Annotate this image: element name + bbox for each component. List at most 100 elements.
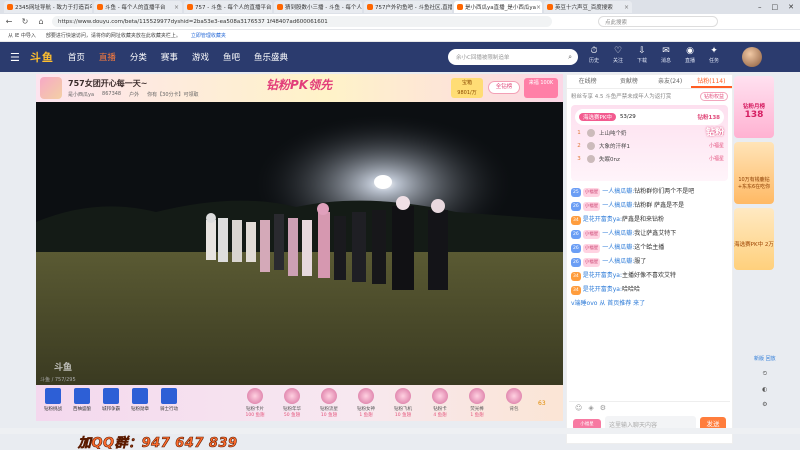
nav-item[interactable]: 赛事 (161, 51, 178, 63)
follow-hint[interactable]: 你有【30分卡】可领取 (147, 91, 198, 98)
home-icon[interactable]: ⌂ (36, 17, 46, 26)
emoji-icon[interactable]: ☺ (575, 404, 582, 412)
activity-entry[interactable]: 西柚盛酿 (69, 388, 95, 418)
diamond-monthly-rank-banner[interactable]: 钻粉月榜 138 (734, 76, 774, 138)
browser-tab[interactable]: 757 - 斗鱼 - 每个人的直播平台× (184, 1, 272, 13)
chat-tab[interactable]: 亲友(24) (650, 75, 691, 88)
chat-message[interactable]: 26 小福星 一人搞瓜瓣:这个蛤主播 (567, 241, 732, 255)
anchor-avatar[interactable] (40, 77, 62, 99)
browser-tab[interactable]: 2345网址导航 - 致力于打造百年× (4, 1, 92, 13)
nav-item[interactable]: 分类 (130, 51, 147, 63)
close-icon[interactable]: ✕ (788, 3, 794, 11)
browser-tab[interactable]: 英豆十六声豆_百度搜索 × (544, 1, 632, 13)
minimize-icon[interactable]: – (758, 3, 762, 11)
back-icon[interactable]: ← (4, 17, 14, 26)
new-replay-button[interactable]: 新版 回放 (754, 356, 776, 362)
header-search-input[interactable]: 余小C回播被限制追单 ⌕ (448, 49, 578, 65)
history-icon[interactable]: ⏲ (762, 370, 767, 378)
sound-icon[interactable]: ◐ (762, 386, 767, 393)
url-field[interactable]: https://www.douyu.com/beta/115529977dysh… (52, 16, 552, 27)
header-任务-button[interactable]: ✦ 任务 (705, 46, 723, 64)
gift-event-banner[interactable]: 来福 100K (524, 78, 558, 98)
activity-icon (45, 388, 61, 404)
header-直播-button[interactable]: ◉ 直播 (681, 46, 699, 64)
tab-close-icon[interactable]: × (624, 4, 629, 11)
manage-favorites-link[interactable]: 立即管理收藏夹 (191, 32, 226, 39)
search-icon[interactable]: ⌕ (568, 53, 572, 62)
tab-close-icon[interactable]: × (536, 4, 541, 11)
event-banner-2[interactable]: 10万有钱鹿钻 +东东6在吃你 (734, 142, 774, 204)
refresh-icon[interactable]: ↻ (20, 17, 30, 26)
nav-item[interactable]: 直播 (99, 51, 116, 63)
event-banner-3[interactable]: 海选赛PK中 2万 (734, 208, 774, 270)
gift-item[interactable]: 钻粉年华 50 鱼翅 (275, 388, 309, 418)
chat-username[interactable]: 是花开富贵ya: (583, 216, 622, 223)
fan-rank-box[interactable]: 海选赛PK中 53/29 钻粉138 1 上山吨个奶 小福星 2 大象的汗样1 小福星 3 失… (571, 105, 728, 181)
chat-message[interactable]: 34 是花开富贵ya:哈哈哈 (567, 283, 732, 297)
header-历史-button[interactable]: ⏱ 历史 (585, 46, 603, 64)
chat-message[interactable]: 34 是花开富贵ya:主播好像不喜欢艾特 (567, 269, 732, 283)
chat-username[interactable]: 是花开富贵ya: (583, 286, 622, 293)
activity-label: 西柚盛酿 (73, 407, 91, 412)
header-下载-button[interactable]: ⇩ 下载 (633, 46, 651, 64)
browser-tab[interactable]: 猜到股数小三播 - 斗鱼 - 每个人 × (274, 1, 362, 13)
chat-message[interactable]: 26 小福星 一人搞瓜瓣:服了 (567, 255, 732, 269)
chat-username[interactable]: 是花开富贵ya: (583, 272, 622, 279)
settings-icon[interactable]: ⚙ (762, 401, 767, 408)
anchor-name[interactable]: 是小西瓜ya (68, 91, 94, 98)
avatar[interactable] (742, 47, 762, 67)
browser-tab[interactable]: 757户外钓鱼吧 - 斗鱼社区,直播× (364, 1, 452, 13)
settings-icon[interactable]: ⚙ (600, 404, 606, 412)
browser-tab[interactable]: 斗鱼 - 每个人的直播平台 × (94, 1, 182, 13)
all-station-rank-button[interactable]: 全钻榜 (488, 81, 520, 94)
chat-tab[interactable]: 在线榜 (567, 75, 608, 88)
gift-item[interactable]: 钻粉流星 10 鱼翅 (312, 388, 346, 418)
rank-right[interactable]: 钻粉138 (698, 113, 720, 121)
fan-badge-icon[interactable]: ◈ (588, 404, 593, 412)
chat-username[interactable]: 一人搞瓜瓣: (602, 258, 634, 265)
rank-user-avatar (587, 154, 595, 163)
room-category[interactable]: 户外 (129, 91, 139, 98)
activity-entry[interactable]: 钻粉勋章 (127, 388, 153, 418)
chat-message[interactable]: 26 小福星 一人搞瓜瓣:我让萨鑫艾特下 (567, 227, 732, 241)
gift-item[interactable]: 钻粉女神 1 鱼翅 (349, 388, 383, 418)
menu-icon[interactable]: ☰ (10, 51, 20, 64)
tab-close-icon[interactable]: × (174, 4, 179, 11)
backpack-button[interactable]: 背包 (497, 388, 531, 418)
chat-tab[interactable]: 贡献榜 (608, 75, 649, 88)
chat-message[interactable]: 25 小福星 一人搞瓜瓣:钻粉群你们两个不是吧 (567, 185, 732, 199)
gift-item[interactable]: 钻粉卡 4 鱼翅 (423, 388, 457, 418)
diamond-rights-tag[interactable]: 钻粉权益 (699, 91, 728, 101)
header-关注-button[interactable]: ♡ 关注 (609, 46, 627, 64)
chat-message[interactable]: 34 是花开富贵ya:萨鑫是和来钻粉 (567, 213, 732, 227)
chat-tab[interactable]: 钻粉(114) (690, 75, 732, 88)
gift-item[interactable]: 钻粉卡片 100 鱼翅 (238, 388, 272, 418)
nav-item[interactable]: 鱼吧 (223, 51, 240, 63)
gift-item[interactable]: 钻粉飞机 10 鱼翅 (386, 388, 420, 418)
chat-username[interactable]: 一人搞瓜瓣: (602, 202, 634, 209)
maximize-icon[interactable]: □ (772, 3, 779, 11)
chat-username[interactable]: 一人搞瓜瓣: (602, 188, 634, 195)
rank-row[interactable]: 1 上山吨个奶 小福星 (575, 127, 724, 138)
live-video-player[interactable]: 斗鱼 斗鱼 / 757/295 (36, 102, 563, 385)
address-bar: ← ↻ ⌂ https://www.douyu.com/beta/1155299… (0, 14, 800, 30)
site-logo[interactable]: 斗鱼 (30, 49, 54, 65)
header-消息-button[interactable]: ✉ 消息 (657, 46, 675, 64)
nav-item[interactable]: 游戏 (192, 51, 209, 63)
browser-search-field[interactable]: 点此搜索 (598, 16, 718, 27)
rank-row[interactable]: 3 失眠0nz 小福星 (575, 153, 724, 164)
browser-tab[interactable]: 是小西瓜ya直播_是小西瓜ya × (454, 1, 542, 13)
import-ie-link[interactable]: 从 IE 中导入 (8, 32, 36, 39)
activity-entry[interactable]: 钻粉挑战 (40, 388, 66, 418)
treasure-box[interactable]: 宝箱 9801/万 (451, 78, 483, 98)
rank-row[interactable]: 2 大象的汗样1 小福星 (575, 140, 724, 151)
nav-item[interactable]: 鱼乐盛典 (254, 51, 288, 63)
nav-item[interactable]: 首页 (68, 51, 85, 63)
gift-item[interactable]: 荧光棒 1 鱼翅 (460, 388, 494, 418)
activity-entry[interactable]: 城邦争霸 (98, 388, 124, 418)
chat-message[interactable]: 26 小福星 一人搞瓜瓣:钻粉群 萨鑫是不是 (567, 199, 732, 213)
tab-close-icon[interactable]: × (271, 4, 272, 11)
chat-username[interactable]: 一人搞瓜瓣: (602, 244, 634, 251)
chat-username[interactable]: 一人搞瓜瓣: (602, 230, 634, 237)
activity-entry[interactable]: 骑士行动 (156, 388, 182, 418)
